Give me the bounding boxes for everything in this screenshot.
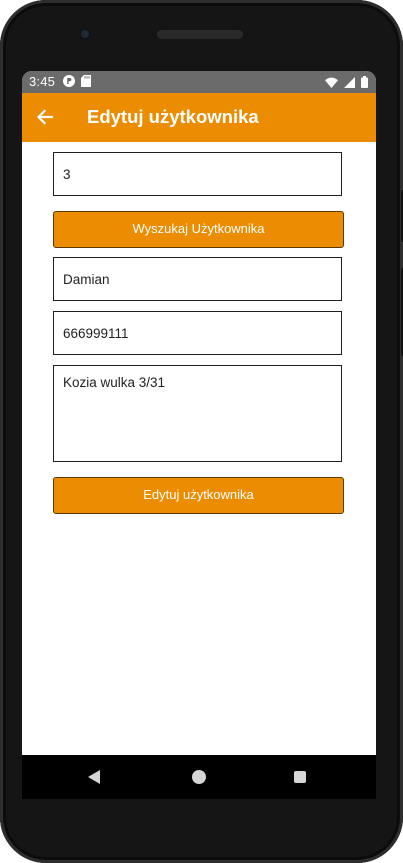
address-textarea[interactable]: Kozia wulka 3/31 <box>53 365 342 462</box>
earpiece-speaker <box>157 30 243 39</box>
edit-user-button[interactable]: Edytuj użytkownika <box>53 477 344 514</box>
wifi-icon <box>325 76 338 91</box>
user-id-input[interactable] <box>53 152 342 196</box>
arrow-left-icon[interactable] <box>35 107 55 127</box>
home-circle-icon[interactable] <box>192 770 206 784</box>
recents-square-icon[interactable] <box>294 771 306 783</box>
app-bar: Edytuj użytkownika <box>22 93 376 142</box>
status-bar: 3:45 <box>22 71 376 93</box>
search-user-button[interactable]: Wyszukaj Użytkownika <box>53 211 344 248</box>
battery-icon <box>361 76 368 91</box>
system-nav-bar <box>22 755 376 799</box>
p-circle-icon <box>63 75 75 90</box>
status-time: 3:45 <box>29 74 56 89</box>
status-left-icons <box>63 75 91 90</box>
app-screen: 3:45 Edytuj użytkownika 3 Wyszukaj Użytk… <box>22 71 376 755</box>
name-input[interactable] <box>53 257 342 301</box>
phone-input[interactable] <box>53 311 342 355</box>
page-title: Edytuj użytkownika <box>87 106 259 127</box>
back-triangle-icon[interactable] <box>88 770 100 784</box>
status-right-icons <box>325 76 368 91</box>
sd-card-icon <box>81 75 91 90</box>
signal-icon <box>344 76 355 91</box>
phone-frame: 3:45 Edytuj użytkownika 3 Wyszukaj Użytk… <box>0 0 403 863</box>
front-camera <box>79 28 91 40</box>
